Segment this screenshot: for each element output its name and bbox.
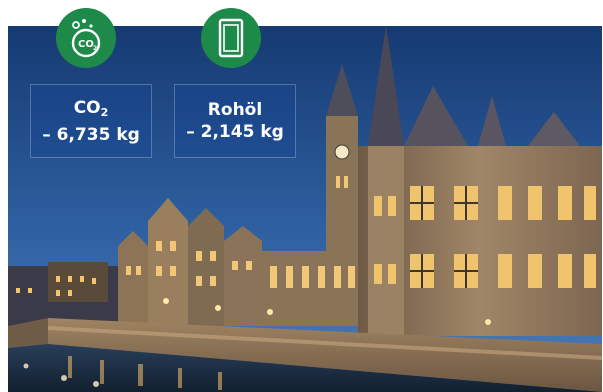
svg-text:2: 2 bbox=[93, 45, 97, 52]
oil-savings-card: Rohöl – 2,145 kg bbox=[174, 84, 296, 158]
ghent-night-photo bbox=[8, 26, 602, 392]
oil-barrel-icon bbox=[201, 8, 261, 68]
co2-bubbles-icon: CO 2 bbox=[56, 8, 116, 68]
oil-label: Rohöl bbox=[207, 100, 263, 120]
co2-label: CO2 bbox=[73, 97, 109, 119]
co2-savings-card: CO2 – 6,735 kg bbox=[30, 84, 152, 158]
infographic-frame: CO2 – 6,735 kg CO 2 Rohöl – 2,145 kg bbox=[0, 0, 603, 392]
co2-value: – 6,735 kg bbox=[42, 124, 140, 145]
oil-value: – 2,145 kg bbox=[186, 122, 284, 142]
svg-text:CO: CO bbox=[78, 39, 94, 50]
